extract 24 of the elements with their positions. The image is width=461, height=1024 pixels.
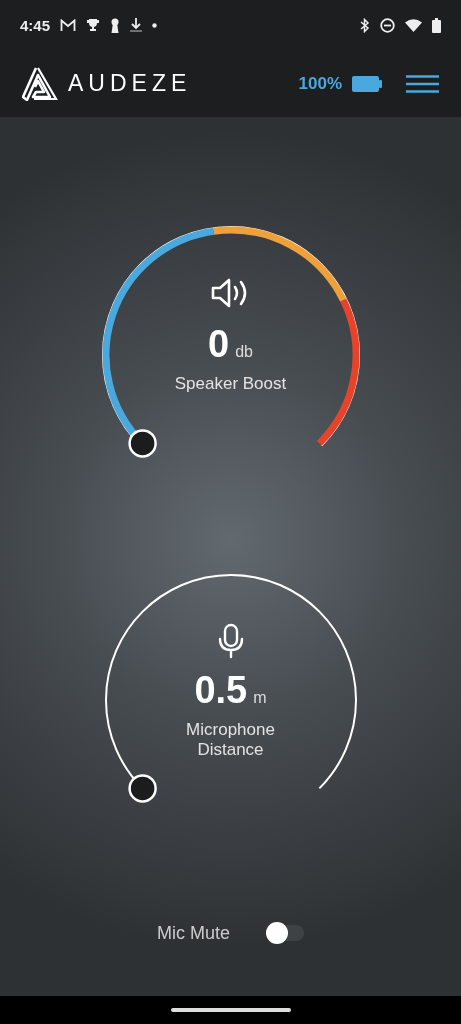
dial-knob[interactable] [127,774,157,803]
dial-value: 0 [208,323,230,366]
battery-icon [432,17,441,33]
dot-icon [152,22,158,28]
logo-icon [22,66,58,101]
mic-mute-label: Mic Mute [157,922,230,944]
brand-name: AUDEZE [68,70,192,97]
mail-icon [60,18,77,32]
dial-knob[interactable] [127,429,157,458]
unit-label: db [235,343,253,361]
battery-icon [352,75,382,92]
trophy-icon [86,18,101,32]
wifi-icon [405,18,422,32]
do-not-disturb-icon [380,17,395,33]
download-icon [130,17,143,33]
dial-label: Microphone Distance [185,720,276,760]
dial-label: Speaker Boost [173,374,288,394]
status-time: 4:45 [20,16,51,34]
unit-label: m [253,689,267,707]
battery-percentage: 100% [298,73,342,94]
menu-button[interactable] [406,74,439,93]
bluetooth-icon [360,17,370,33]
dial-value: 0.5 [194,669,248,712]
keyhole-icon [110,17,121,33]
